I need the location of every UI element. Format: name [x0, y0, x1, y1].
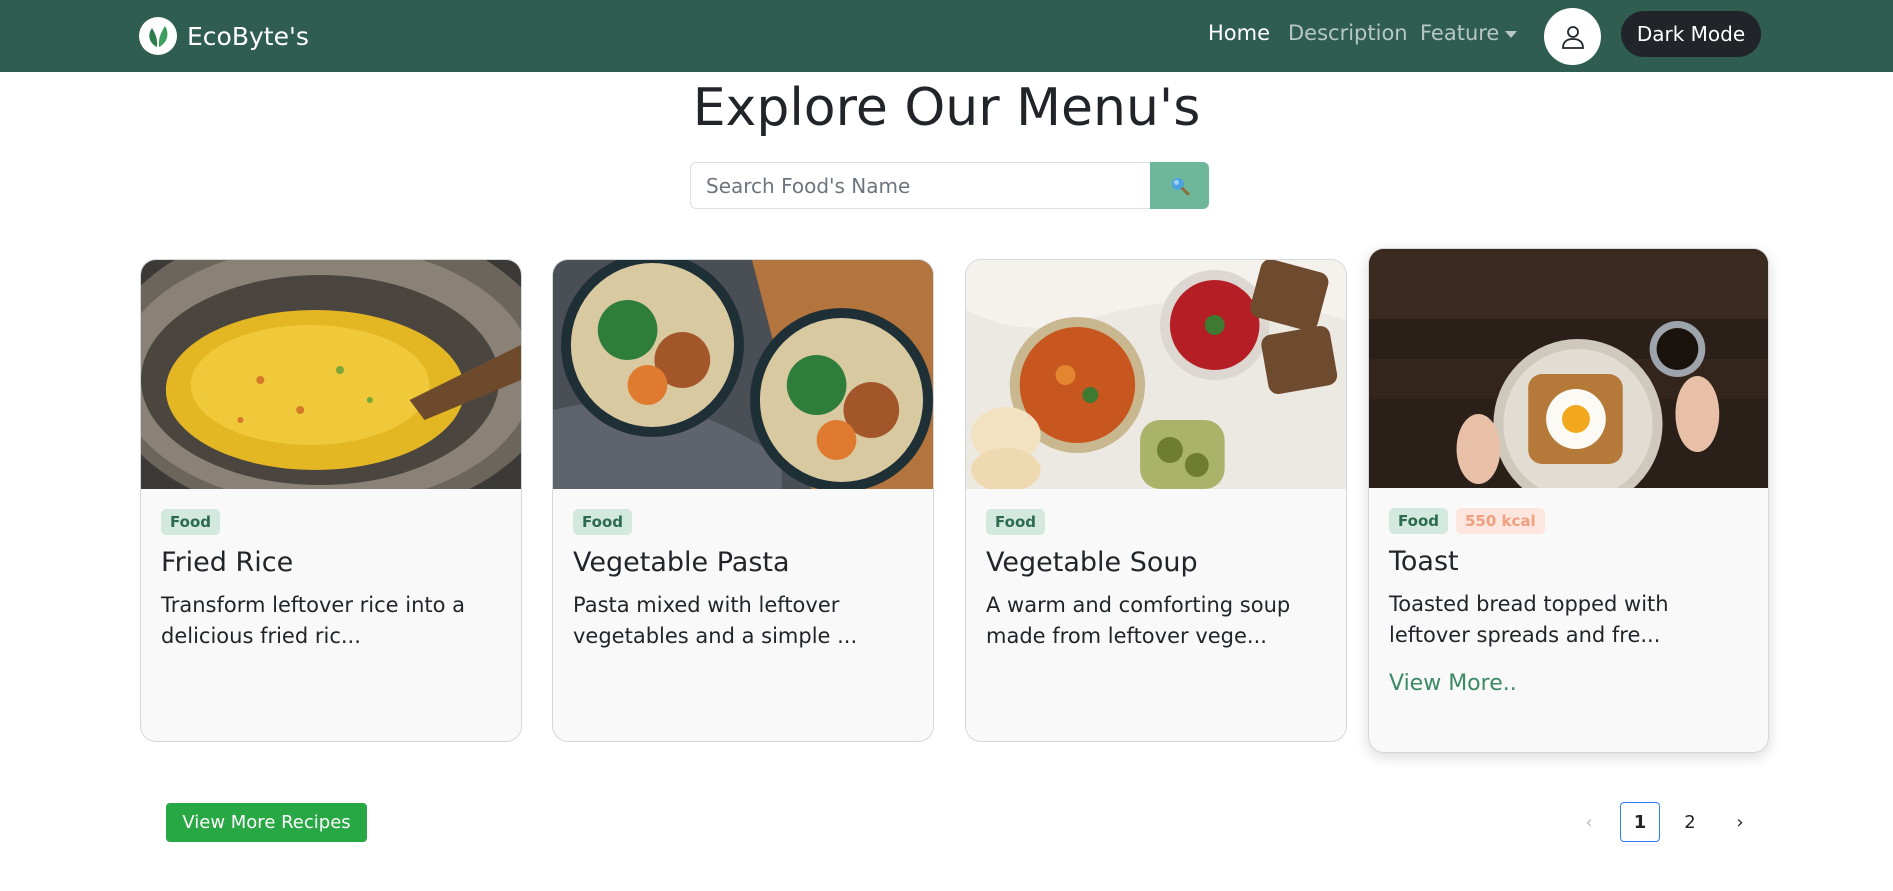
calories-badge: 550 kcal: [1456, 508, 1545, 534]
recipe-card-vegetable-pasta[interactable]: Food Vegetable Pasta Pasta mixed with le…: [552, 259, 934, 742]
user-profile-button[interactable]: [1544, 8, 1601, 65]
card-badges: Food 550 kcal: [1389, 508, 1748, 534]
person-icon: [1561, 25, 1584, 49]
category-badge: Food: [573, 509, 632, 535]
card-body: Food 550 kcal Toast Toasted bread topped…: [1369, 488, 1768, 716]
card-description: Pasta mixed with leftover vegetables and…: [573, 593, 858, 648]
card-body: Food Fried Rice Transform leftover rice …: [141, 489, 521, 672]
card-title: Vegetable Pasta: [573, 547, 790, 578]
pagination: ‹ 1 2 ›: [1569, 802, 1759, 842]
toast-photo: [1369, 249, 1768, 488]
search-button[interactable]: [1150, 162, 1209, 209]
card-description: Toasted bread topped with leftover sprea…: [1389, 592, 1669, 647]
vegetable-soup-photo: [966, 260, 1346, 489]
nav-home-link[interactable]: Home: [1208, 21, 1270, 45]
card-description: Transform leftover rice into a delicious…: [161, 593, 466, 648]
dark-mode-button[interactable]: Dark Mode: [1621, 11, 1761, 57]
recipe-card-vegetable-soup[interactable]: Food Vegetable Soup A warm and comfortin…: [965, 259, 1347, 742]
category-badge: Food: [1389, 508, 1448, 534]
nav-feature-dropdown[interactable]: Feature: [1420, 21, 1518, 45]
pagination-page-1[interactable]: 1: [1620, 802, 1660, 842]
category-badge: Food: [986, 509, 1045, 535]
category-badge: Food: [161, 509, 220, 535]
card-description: A warm and comforting soup made from lef…: [986, 593, 1291, 648]
card-title: Fried Rice: [161, 547, 294, 578]
nav-description-link[interactable]: Description: [1288, 21, 1408, 45]
pagination-page-2[interactable]: 2: [1670, 802, 1710, 842]
brand[interactable]: EcoByte's: [139, 17, 309, 55]
page-title: Explore Our Menu's: [692, 78, 1201, 138]
card-title: Vegetable Soup: [986, 547, 1198, 578]
card-badges: Food: [161, 509, 501, 535]
vegetable-pasta-photo: [553, 260, 933, 489]
navbar: EcoByte's Home Description Feature Dark …: [0, 0, 1893, 72]
pagination-prev-button[interactable]: ‹: [1569, 802, 1609, 842]
recipe-card-toast[interactable]: Food 550 kcal Toast Toasted bread topped…: [1368, 248, 1769, 753]
search-bar: [690, 162, 1209, 209]
search-input[interactable]: [690, 162, 1150, 209]
pagination-next-button[interactable]: ›: [1720, 802, 1760, 842]
card-badges: Food: [573, 509, 913, 535]
card-badges: Food: [986, 509, 1326, 535]
card-title: Toast: [1389, 546, 1459, 577]
leaf-logo-icon: [139, 17, 177, 55]
brand-name: EcoByte's: [187, 21, 309, 51]
recipe-card-fried-rice[interactable]: Food Fried Rice Transform leftover rice …: [140, 259, 522, 742]
nav-feature-label: Feature: [1420, 21, 1500, 45]
view-more-recipes-button[interactable]: View More Recipes: [166, 803, 367, 842]
search-icon: [1171, 177, 1189, 195]
card-body: Food Vegetable Soup A warm and comfortin…: [966, 489, 1346, 672]
fried-rice-photo: [141, 260, 521, 489]
view-more-link[interactable]: View More..: [1389, 671, 1748, 696]
chevron-down-icon: [1505, 30, 1518, 38]
card-body: Food Vegetable Pasta Pasta mixed with le…: [553, 489, 933, 672]
